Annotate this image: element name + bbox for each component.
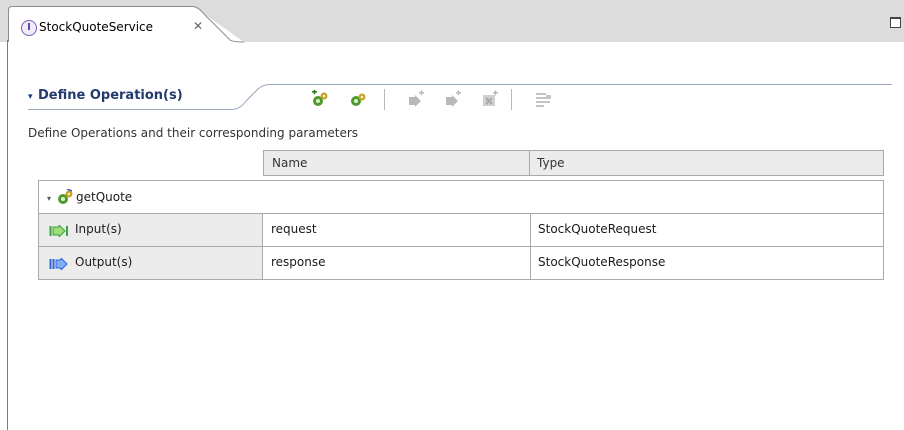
add-request-response-operation-button[interactable]: [311, 90, 329, 108]
parameter-type[interactable]: StockQuoteResponse: [538, 255, 665, 269]
output-arrow-icon: [49, 258, 68, 270]
parameter-name[interactable]: request: [271, 222, 317, 236]
add-operation-icon: [312, 90, 328, 106]
operation-row[interactable]: ▾ getQuote: [39, 181, 883, 214]
maximize-icon[interactable]: [890, 17, 901, 28]
section-collapse-toggle[interactable]: ▾: [28, 92, 33, 102]
add-input-icon: [409, 90, 424, 107]
column-separator: [529, 151, 530, 175]
editor-tab-title: StockQuoteService: [39, 20, 154, 34]
add-input-button[interactable]: [407, 90, 425, 108]
input-arrow-icon: [49, 225, 68, 237]
toolbar-separator: [384, 89, 385, 110]
column-header-name[interactable]: Name: [272, 156, 307, 170]
column-separator: [530, 214, 531, 247]
parameter-kind-label: Output(s): [75, 255, 133, 269]
table-view-icon: [536, 93, 551, 107]
editor-left-border: [7, 40, 8, 430]
operations-table: ▾ getQuote Input(s) request StockQuoteRe…: [38, 180, 884, 280]
column-header-type[interactable]: Type: [537, 156, 565, 170]
parameter-kind-cell: Input(s): [39, 214, 263, 246]
parameter-kind-label: Input(s): [75, 222, 122, 236]
table-row[interactable]: Output(s) response StockQuoteResponse: [39, 247, 883, 280]
show-in-table-button[interactable]: [535, 90, 553, 108]
section-description: Define Operations and their correspondin…: [28, 126, 359, 140]
add-fault-button[interactable]: [481, 90, 499, 108]
add-one-way-operation-button[interactable]: [349, 90, 367, 108]
parameter-type[interactable]: StockQuoteRequest: [538, 222, 656, 236]
table-row[interactable]: Input(s) request StockQuoteRequest: [39, 214, 883, 247]
operation-icon: [58, 189, 73, 204]
parameter-kind-cell: Output(s): [39, 247, 263, 279]
add-fault-icon: [483, 90, 498, 106]
toolbar-separator: [511, 89, 512, 110]
close-tab-icon[interactable]: ✕: [193, 19, 203, 33]
column-separator: [530, 247, 531, 280]
add-one-way-operation-icon: [351, 93, 366, 106]
operation-expand-toggle[interactable]: ▾: [47, 194, 51, 203]
interface-icon: I: [21, 20, 37, 36]
operation-name[interactable]: getQuote: [76, 190, 132, 204]
add-output-icon: [446, 90, 461, 107]
section-title: Define Operation(s): [38, 88, 183, 103]
add-output-button[interactable]: [444, 90, 462, 108]
parameter-name[interactable]: response: [271, 255, 326, 269]
table-header: Name Type: [263, 150, 884, 176]
